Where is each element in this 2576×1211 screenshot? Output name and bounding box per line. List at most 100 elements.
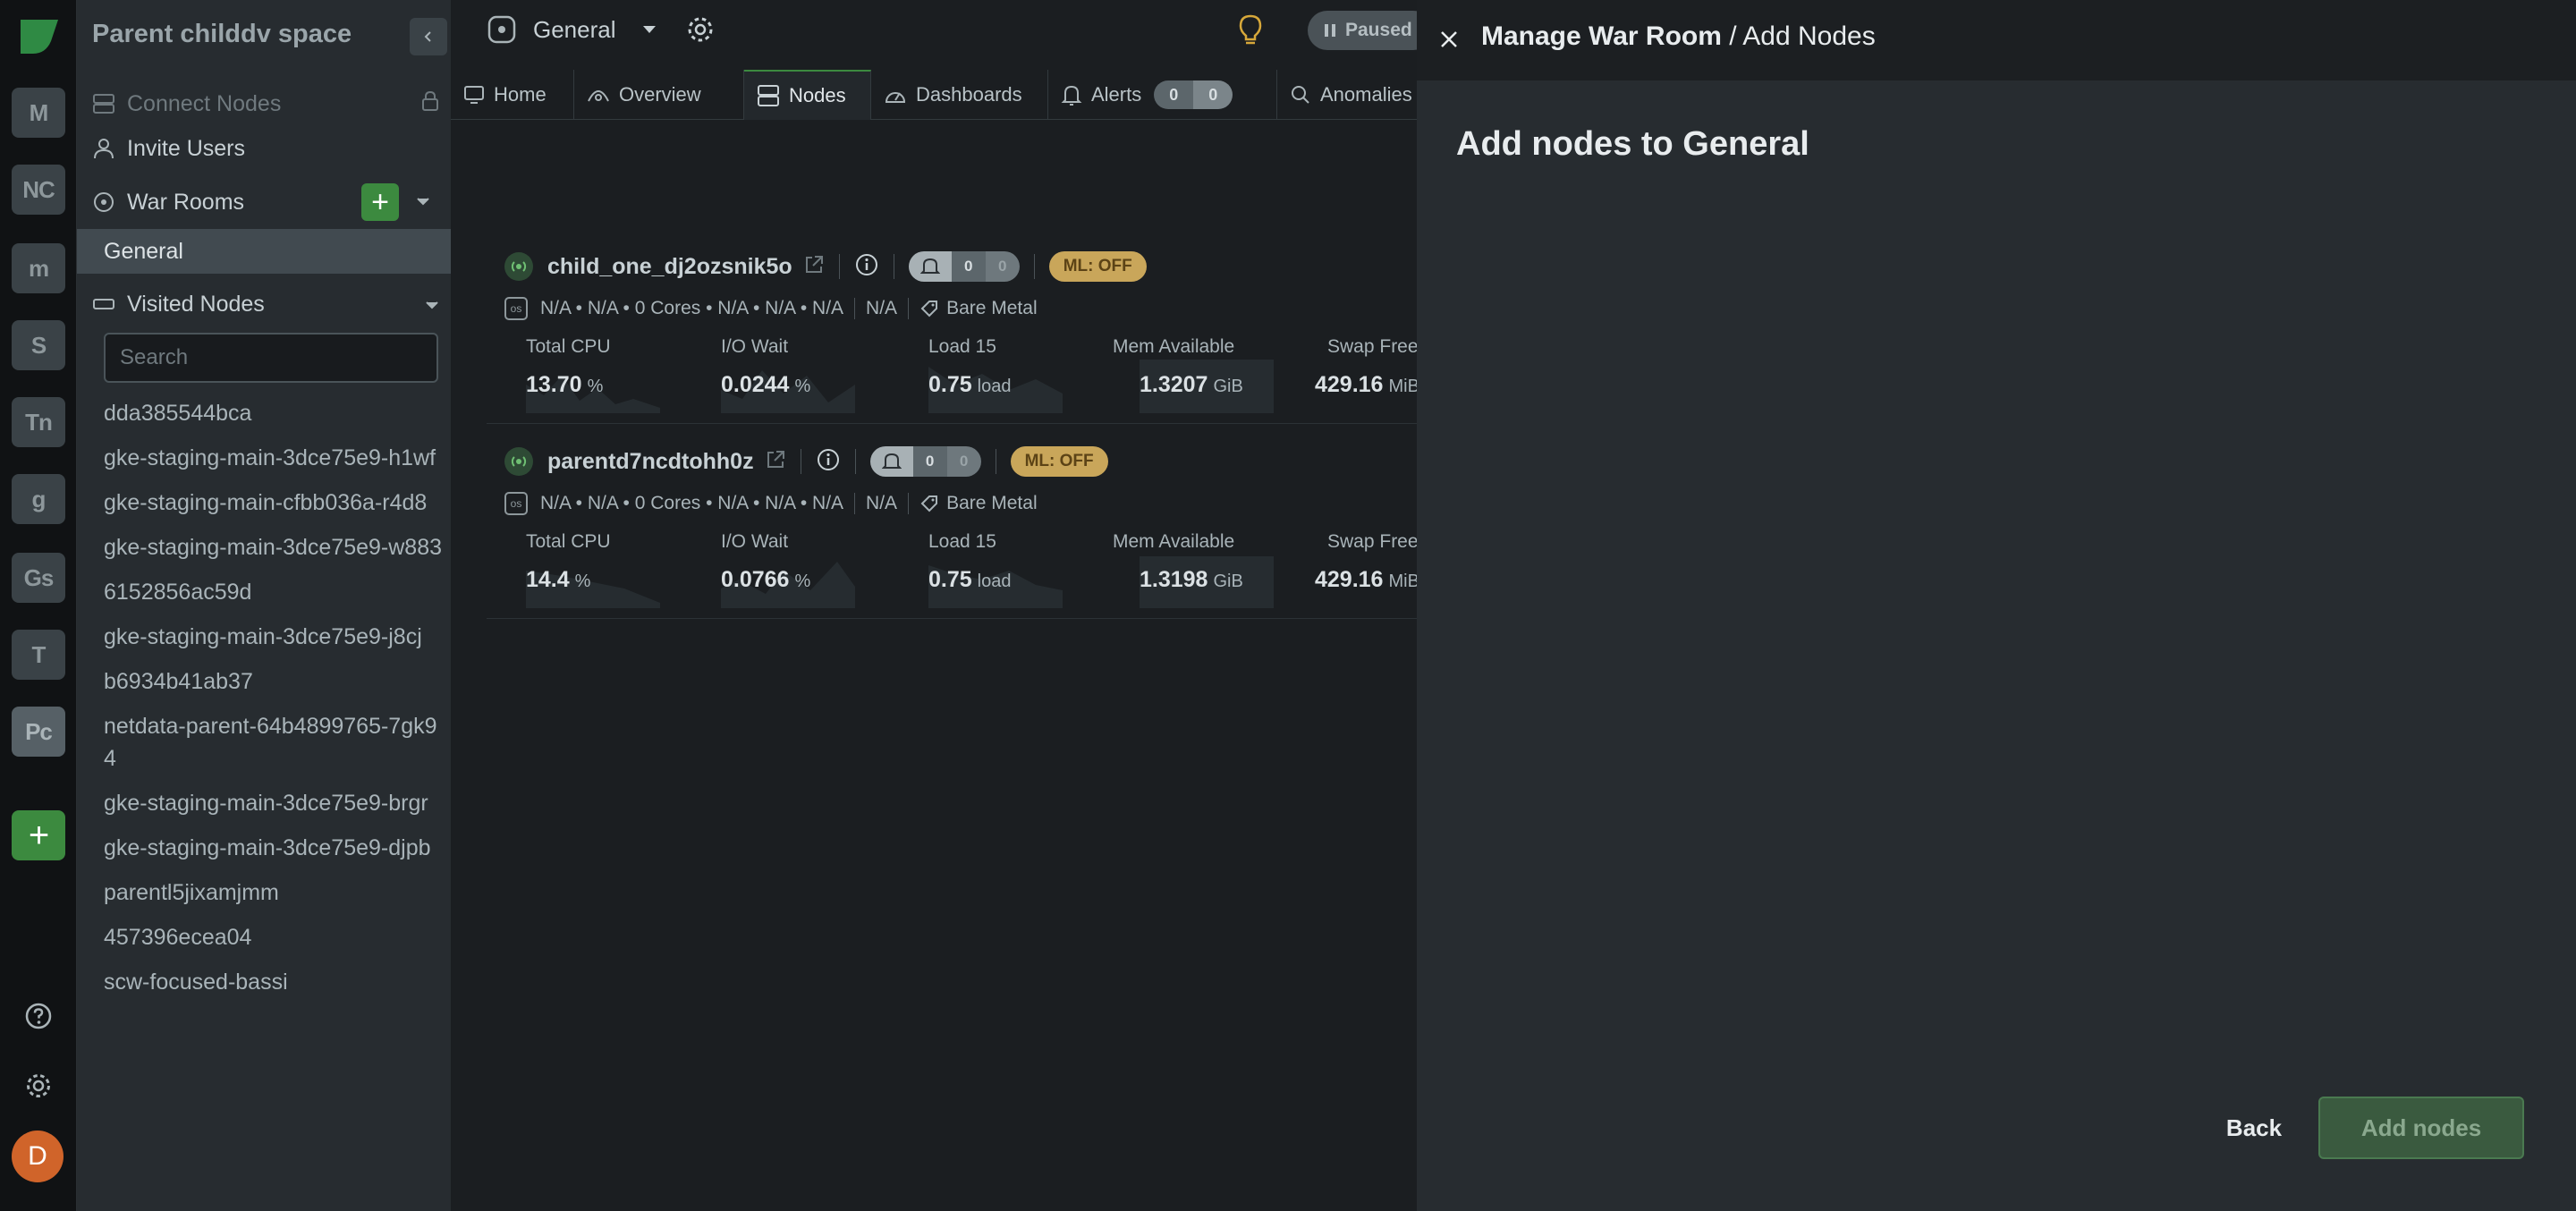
node-card[interactable]: parentd7ncdtohh0z 0 0 ML: OFF os N/A • N…	[487, 424, 1417, 619]
lightbulb-icon[interactable]	[1234, 13, 1267, 53]
lock-icon	[420, 90, 440, 118]
list-item[interactable]: gke-staging-main-3dce75e9-brgr	[104, 787, 444, 819]
metric-mem-available[interactable]: Mem Available 1.3207 GiB	[1113, 336, 1283, 413]
node-version: N/A	[866, 493, 898, 513]
metric-value-row: 0.0766%	[721, 567, 810, 593]
tag-icon	[919, 299, 939, 318]
invite-users-item[interactable]: Invite Users	[91, 129, 440, 168]
back-button[interactable]: Back	[2174, 1098, 2334, 1157]
war-room-icon	[487, 14, 517, 49]
warning-count: 0	[1193, 80, 1233, 109]
space-button-gs[interactable]: Gs	[12, 553, 65, 603]
list-item[interactable]: 457396ecea04	[104, 921, 444, 953]
tab-anomalies[interactable]: Anomalies	[1277, 70, 1417, 120]
space-button-m-lower[interactable]: m	[12, 243, 65, 293]
space-button-nc[interactable]: NC	[12, 165, 65, 215]
server-icon	[757, 84, 780, 107]
ml-status-badge[interactable]: ML: OFF	[1048, 251, 1147, 282]
node-search-input[interactable]: Search	[104, 333, 438, 383]
paused-badge[interactable]: Paused	[1308, 11, 1433, 50]
list-item[interactable]: gke-staging-main-3dce75e9-j8cj	[104, 621, 444, 653]
metric-total-cpu[interactable]: Total CPU 13.70%	[526, 336, 696, 413]
connect-nodes-item[interactable]: Connect Nodes	[91, 84, 440, 123]
list-item[interactable]: b6934b41ab37	[104, 665, 444, 698]
space-button-tn[interactable]: Tn	[12, 397, 65, 447]
metric-total-cpu[interactable]: Total CPU 14.4%	[526, 531, 696, 608]
tab-overview[interactable]: Overview	[574, 70, 744, 120]
list-item[interactable]: scw-focused-bassi	[104, 966, 444, 998]
overview-icon	[587, 85, 610, 105]
space-button-pc[interactable]: Pc	[12, 707, 65, 757]
metric-io-wait[interactable]: I/O Wait 0.0766%	[721, 531, 891, 608]
war-room-general[interactable]: General	[77, 229, 451, 274]
critical-count: 0	[951, 251, 986, 282]
node-status-icon	[504, 447, 533, 476]
tab-home[interactable]: Home	[451, 70, 574, 120]
panel-heading: Add nodes to General	[1456, 125, 1809, 163]
metric-label: Mem Available	[1113, 336, 1235, 357]
metric-value: 429.16	[1315, 372, 1384, 397]
add-space-button[interactable]: +	[12, 810, 65, 860]
external-link-icon[interactable]	[765, 449, 786, 475]
node-alerts-badge[interactable]: 0 0	[908, 251, 1020, 282]
list-item[interactable]: netdata-parent-64b4899765-7gk94	[104, 710, 444, 775]
space-initials: Tn	[25, 408, 53, 436]
list-item[interactable]: parentl5jixamjmm	[104, 876, 444, 909]
node-name[interactable]: parentd7ncdtohh0z	[547, 449, 754, 475]
metric-io-wait[interactable]: I/O Wait 0.0244%	[721, 336, 891, 413]
chevron-down-icon[interactable]	[640, 23, 658, 40]
metric-value-row: 429.16 MiB	[1315, 567, 1417, 593]
panel-title: Manage War Room / Add Nodes	[1481, 21, 1876, 52]
node-name[interactable]: child_one_dj2ozsnik5o	[547, 254, 792, 280]
help-icon[interactable]	[21, 998, 56, 1034]
list-item[interactable]: gke-staging-main-3dce75e9-h1wf	[104, 442, 444, 474]
metric-value: 1.3198	[1140, 567, 1208, 592]
metric-unit: %	[794, 377, 811, 396]
metric-swap-free[interactable]: Swap Free 429.16 MiB	[1315, 336, 1417, 413]
close-icon	[1441, 31, 1457, 47]
visited-nodes-header[interactable]: Visited Nodes	[91, 284, 440, 324]
list-item[interactable]: gke-staging-main-3dce75e9-w883	[104, 531, 444, 563]
metric-label: I/O Wait	[721, 531, 789, 552]
list-item[interactable]: dda385544bca	[104, 397, 444, 429]
list-item[interactable]: 6152856ac59d	[104, 576, 444, 608]
space-button-g[interactable]: g	[12, 474, 65, 524]
room-name[interactable]: General	[533, 16, 616, 44]
user-avatar[interactable]: D	[12, 1131, 64, 1182]
add-war-room-button[interactable]: +	[361, 183, 399, 221]
metric-load-15[interactable]: Load 15 0.75 load	[928, 531, 1098, 608]
space-button-s[interactable]: S	[12, 320, 65, 370]
metric-unit: %	[794, 572, 811, 591]
info-icon[interactable]	[816, 447, 841, 477]
chevron-down-icon[interactable]	[424, 292, 440, 318]
paused-label: Paused	[1345, 20, 1412, 40]
list-item[interactable]: gke-staging-main-3dce75e9-djpb	[104, 832, 444, 864]
metric-value: 13.70	[526, 372, 582, 397]
tab-alerts[interactable]: Alerts 0 0	[1048, 70, 1277, 120]
anomaly-search-icon	[1290, 84, 1311, 106]
external-link-icon[interactable]	[803, 254, 825, 280]
space-initials: S	[30, 331, 47, 359]
info-icon[interactable]	[854, 252, 879, 282]
settings-gear-icon[interactable]	[21, 1068, 56, 1104]
node-alerts-badge[interactable]: 0 0	[869, 446, 981, 477]
metric-mem-available[interactable]: Mem Available 1.3198 GiB	[1113, 531, 1283, 608]
ml-status-badge[interactable]: ML: OFF	[1010, 446, 1108, 477]
tab-dashboards[interactable]: Dashboards	[871, 70, 1048, 120]
collapse-sidebar-button[interactable]	[410, 18, 447, 55]
tab-nodes[interactable]: Nodes	[744, 70, 871, 120]
list-item[interactable]: gke-staging-main-cfbb036a-r4d8	[104, 487, 444, 519]
netdata-logo-icon[interactable]	[19, 18, 60, 55]
metric-swap-free[interactable]: Swap Free 429.16 MiB	[1315, 531, 1417, 608]
close-panel-button[interactable]	[1431, 21, 1467, 57]
space-button-t[interactable]: T	[12, 630, 65, 680]
space-button-m[interactable]: M	[12, 88, 65, 138]
metric-unit: MiB	[1388, 377, 1417, 396]
add-nodes-button[interactable]: Add nodes	[2318, 1097, 2524, 1159]
node-card[interactable]: child_one_dj2ozsnik5o 0 0 ML: OFF os N/A…	[487, 229, 1417, 424]
space-initials: NC	[22, 175, 55, 203]
critical-count: 0	[1154, 80, 1194, 109]
chevron-down-icon[interactable]	[415, 195, 431, 212]
room-settings-gear-icon[interactable]	[685, 14, 716, 49]
metric-load-15[interactable]: Load 15 0.75 load	[928, 336, 1098, 413]
